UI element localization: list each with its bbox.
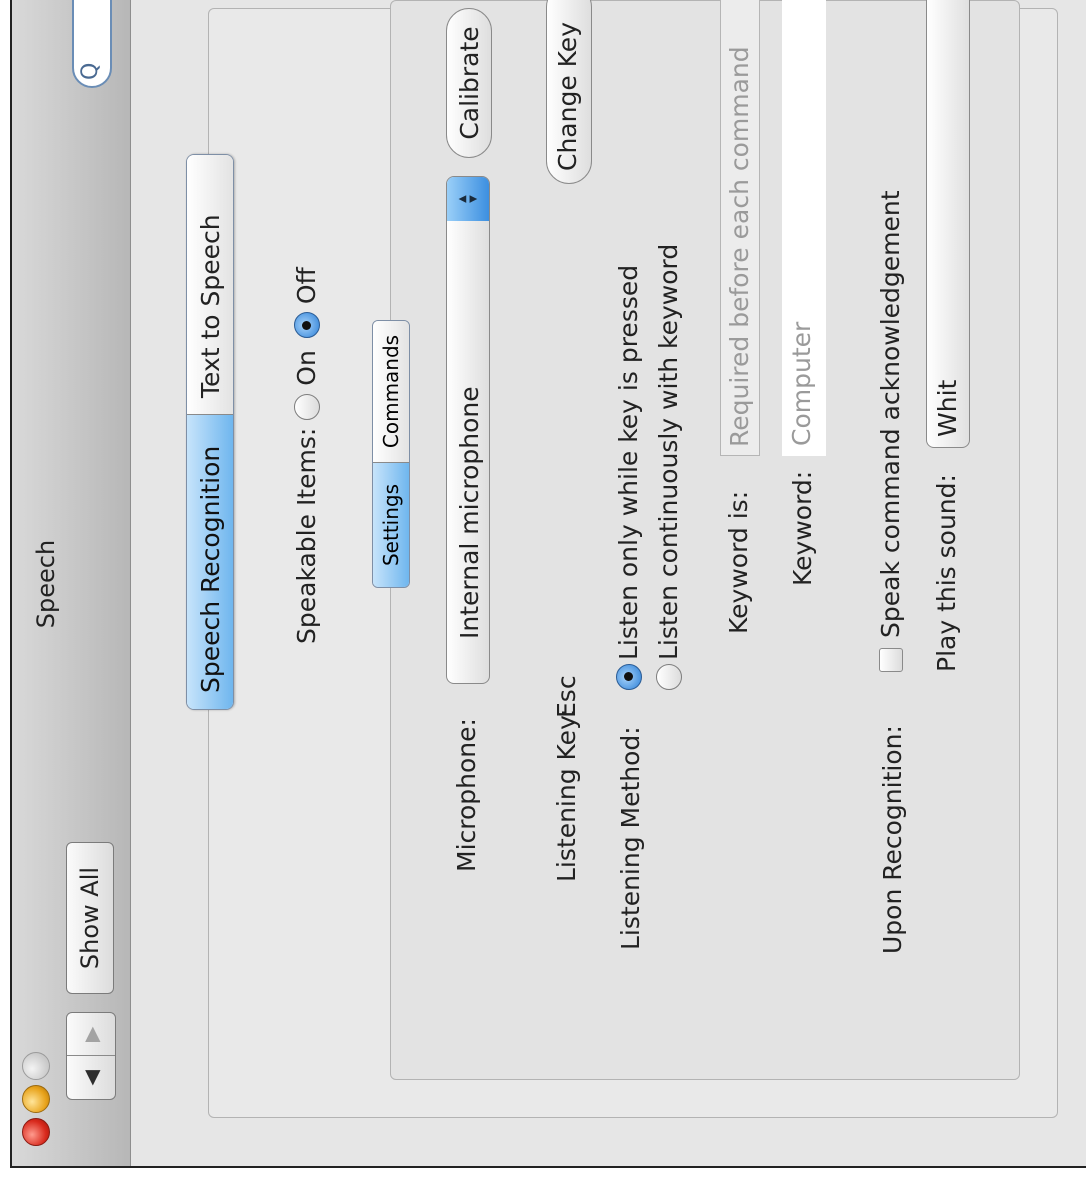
listening-key-label: Listening Key: [552, 708, 581, 882]
sound-select[interactable]: Whit [926, 0, 970, 448]
listen-continuously-option[interactable]: Listen continuously with keyword [654, 244, 683, 690]
forward-arrow-icon[interactable]: ▶ [67, 1013, 115, 1057]
speakable-items-label: Speakable Items: [292, 427, 321, 644]
speak-acknowledgement-checkbox[interactable] [878, 648, 903, 672]
speak-acknowledgement-option[interactable]: Speak command acknowledgement [876, 190, 905, 672]
speakable-items-row: Speakable Items: On Off [292, 267, 321, 644]
listen-key-pressed-option[interactable]: Listen only while key is pressed [614, 265, 643, 690]
main-tabs: Speech Recognition Text to Speech [186, 154, 234, 710]
show-all-button[interactable]: Show All [66, 842, 114, 994]
tab-settings[interactable]: Settings [373, 463, 409, 587]
listen-key-pressed-radio[interactable] [615, 664, 642, 690]
preferences-window: Speech ◀ ▶ Show All Q Speech Recognition… [12, 0, 1086, 1166]
speak-acknowledgement-label: Speak command acknowledgement [876, 190, 905, 638]
title-bar: Speech ◀ ▶ Show All Q [12, 0, 131, 1166]
window-title: Speech [32, 539, 60, 629]
search-icon: Q [78, 62, 103, 80]
listening-method-label: Listening Method: [616, 726, 645, 950]
calibrate-button[interactable]: Calibrate [446, 8, 492, 158]
tab-text-to-speech[interactable]: Text to Speech [187, 155, 233, 415]
keyword-label: Keyword: [788, 470, 817, 586]
popup-arrows-icon: ▲ ▼ [447, 177, 489, 221]
change-key-button[interactable]: Change Key [546, 0, 592, 184]
speakable-on-label: On [292, 350, 321, 386]
sub-tabs: Settings Commands [372, 320, 410, 588]
microphone-label: Microphone: [452, 718, 481, 872]
listen-continuously-label: Listen continuously with keyword [654, 243, 683, 660]
keyword-is-label: Keyword is: [724, 490, 753, 634]
keyword-input[interactable]: Computer [782, 0, 826, 456]
speakable-off-label: Off [292, 267, 321, 305]
listening-key-value: Esc [552, 675, 581, 718]
search-field[interactable]: Q [72, 0, 112, 88]
listen-continuously-radio[interactable] [655, 664, 682, 690]
speakable-off-radio[interactable] [293, 312, 320, 339]
upon-recognition-label: Upon Recognition: [878, 725, 907, 954]
back-arrow-icon[interactable]: ◀ [67, 1057, 115, 1100]
microphone-select[interactable]: Internal microphone ▲ ▼ [446, 176, 490, 684]
microphone-value: Internal microphone [455, 386, 484, 639]
keyword-is-select[interactable]: Required before each command [720, 0, 760, 456]
listen-key-pressed-label: Listen only while key is pressed [614, 264, 643, 660]
navigation-segment: ◀ ▶ [66, 1012, 116, 1100]
screenshot-frame: Speech ◀ ▶ Show All Q Speech Recognition… [10, 0, 1086, 1168]
tab-commands[interactable]: Commands [373, 321, 409, 463]
play-sound-label: Play this sound: [932, 474, 961, 672]
tab-speech-recognition[interactable]: Speech Recognition [187, 415, 233, 709]
speakable-on-radio[interactable] [293, 393, 320, 420]
